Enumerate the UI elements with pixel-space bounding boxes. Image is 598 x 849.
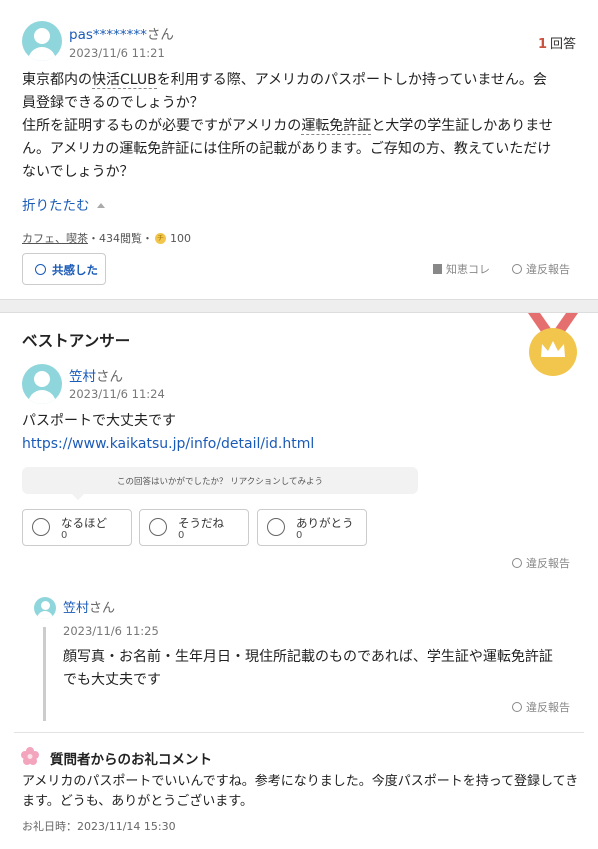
question-date: 2023/11/6 11:21	[69, 46, 165, 60]
reply-thread-line	[43, 627, 46, 721]
flower-icon	[21, 747, 39, 765]
answer-count: 1 回答	[537, 37, 576, 52]
questioner-name[interactable]: pas********さん	[69, 23, 174, 43]
answer-url-link[interactable]: https://www.kaikatsu.jp/info/detail/id.h…	[22, 433, 314, 456]
coin-icon: チ	[155, 232, 166, 244]
prohibit-icon	[512, 264, 522, 274]
smile-icon	[35, 264, 46, 275]
caret-up-icon	[96, 203, 105, 208]
question-report-button[interactable]: 違反報告	[512, 261, 570, 277]
answer-report-button[interactable]: 違反報告	[512, 555, 570, 571]
question-card: pas********さん 2023/11/6 11:21 1 回答 東京都内の快…	[0, 0, 598, 300]
thanks-title: 質問者からのお礼コメント	[50, 752, 212, 768]
answer-body: パスポートで大丈夫です	[22, 413, 176, 429]
thanks-body: アメリカのパスポートでいいんですね。参考になりました。今度パスポートを持って登録…	[22, 774, 579, 809]
crown-medal-icon	[524, 313, 582, 377]
best-answer-heading: ベストアンサー	[22, 332, 131, 350]
reply-date: 2023/11/6 11:25	[63, 624, 159, 638]
empathy-button-label: 共感した	[52, 263, 98, 277]
reaction-prompt-bubble: この回答はいかがでしたか？ リアクションしてみよう	[22, 467, 418, 500]
smile-face-icon	[149, 518, 167, 536]
license-link[interactable]: 運転免許証	[301, 118, 372, 135]
divider	[14, 732, 584, 733]
reaction-naruhodo-button[interactable]: なるほど 0	[22, 509, 132, 546]
save-chiecolle-button[interactable]: 知恵コレ	[433, 261, 490, 277]
prohibit-icon	[512, 558, 522, 568]
bookmark-icon	[433, 264, 442, 274]
collapse-toggle[interactable]: 折りたたむ	[22, 194, 105, 214]
reply-avatar[interactable]	[34, 597, 56, 619]
question-meta: カフェ、喫茶 ・434閲覧・ チ 100	[22, 230, 191, 246]
happy-face-icon	[267, 518, 285, 536]
answerer-name[interactable]: 笠村さん	[69, 365, 123, 385]
best-answer-card: ベストアンサー 笠村さん 2023/11/6 11:24 パスポートで大丈夫です…	[0, 312, 598, 849]
reply-author-name[interactable]: 笠村さん	[63, 597, 115, 616]
prohibit-icon	[512, 702, 522, 712]
surprised-face-icon	[32, 518, 50, 536]
question-body: 東京都内の快活CLUBを利用する際、アメリカのパスポートしか持っていません。会 …	[22, 72, 553, 180]
thanks-date: お礼日時：2023/11/14 15:30	[22, 820, 176, 833]
kaikatsu-link[interactable]: 快活CLUB	[92, 72, 157, 89]
answerer-avatar[interactable]	[22, 364, 62, 404]
reaction-arigatou-button[interactable]: ありがとう 0	[257, 509, 367, 546]
answer-date: 2023/11/6 11:24	[69, 387, 165, 401]
questioner-avatar[interactable]	[22, 21, 62, 61]
empathy-button[interactable]: 共感した	[22, 253, 106, 285]
category-link[interactable]: カフェ、喫茶	[22, 230, 88, 246]
reply-report-button[interactable]: 違反報告	[512, 699, 570, 715]
reaction-soudane-button[interactable]: そうだね 0	[139, 509, 249, 546]
reply-body: 顔写真・お名前・生年月日・現住所記載のものであれば、学生証や運転免許証 でも大丈…	[63, 649, 553, 688]
